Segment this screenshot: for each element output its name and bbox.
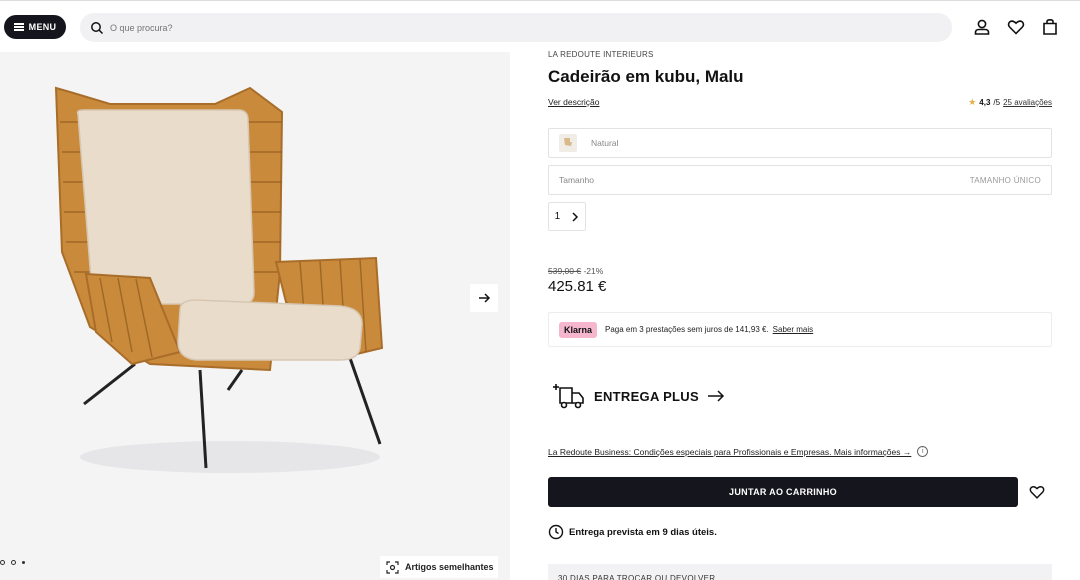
search-icon [91, 21, 104, 34]
arrow-right-icon [707, 390, 725, 402]
visual-search-icon [386, 560, 399, 574]
header-bar: MENU [0, 0, 1080, 52]
delivery-estimate-text: Entrega prevista em 9 dias úteis. [569, 526, 717, 538]
klarna-text: Paga em 3 prestações sem juros de 141,93… [605, 325, 769, 334]
account-icon[interactable] [972, 17, 992, 37]
discount-badge: -21% [583, 266, 604, 276]
delivery-plus-label: ENTREGA PLUS [594, 388, 699, 404]
size-selector[interactable]: Tamanho TAMANHO ÚNICO [548, 165, 1052, 195]
next-image-button[interactable] [470, 284, 498, 312]
business-info[interactable]: La Redoute Business: Condições especiais… [548, 446, 929, 457]
size-value: TAMANHO ÚNICO [969, 175, 1041, 185]
hamburger-icon [13, 23, 24, 31]
reviews-link[interactable]: 25 avaliações [1003, 98, 1052, 107]
image-pagination-dots[interactable] [0, 560, 25, 565]
quantity-value: 1 [554, 211, 561, 222]
star-icon: ★ [968, 97, 977, 107]
similar-items-button[interactable]: Artigos semelhantes [380, 556, 498, 578]
klarna-learn-more-link[interactable]: Saber mais [773, 325, 813, 334]
info-icon[interactable]: i [917, 446, 929, 457]
color-selector[interactable]: Natural [548, 128, 1052, 158]
product-rating[interactable]: ★ 4,3 /5 25 avaliações [968, 97, 1052, 108]
delivery-plus-link[interactable]: ENTREGA PLUS [552, 382, 725, 410]
klarna-banner: Klarna Paga em 3 prestações sem juros de… [548, 312, 1052, 347]
product-image-gallery[interactable] [0, 52, 510, 580]
klarna-logo: Klarna [559, 321, 598, 338]
rating-score: 4,3 [979, 98, 991, 107]
current-price: 425.81 € [548, 278, 607, 295]
chevron-right-icon [572, 211, 579, 222]
original-price: 539,00 € [548, 266, 582, 276]
returns-accordion[interactable]: 30 DIAS PARA TROCAR OU DEVOLVER [548, 564, 1052, 580]
search-input[interactable] [110, 22, 510, 33]
pagination-dot[interactable] [0, 560, 5, 565]
rating-scale: /5 [993, 98, 1001, 107]
pagination-dot[interactable] [11, 560, 16, 565]
add-to-cart-button[interactable]: JUNTAR AO CARRINHO [548, 477, 1018, 507]
arrow-right-icon [479, 293, 491, 303]
chair-thumbnail-icon [564, 138, 572, 146]
wishlist-icon[interactable] [1006, 17, 1026, 37]
size-label: Tamanho [559, 175, 594, 185]
quantity-selector[interactable]: 1 [548, 202, 586, 231]
clock-icon [548, 524, 564, 540]
search-bar[interactable] [80, 13, 952, 42]
business-link-text[interactable]: La Redoute Business: Condições especiais… [548, 447, 911, 457]
menu-button[interactable]: MENU [4, 15, 66, 39]
delivery-truck-icon [553, 384, 584, 409]
color-swatch [559, 134, 577, 152]
add-to-wishlist-icon[interactable] [1028, 483, 1046, 501]
similar-items-label: Artigos semelhantes [405, 562, 494, 572]
product-title: Cadeirão em kubu, Malu [548, 67, 744, 86]
delivery-estimate: Entrega prevista em 9 dias úteis. [548, 524, 717, 540]
pagination-dot[interactable] [22, 561, 25, 564]
menu-label: MENU [28, 22, 57, 32]
cart-icon[interactable] [1040, 17, 1060, 37]
view-description-link[interactable]: Ver descrição [548, 97, 600, 107]
product-image [54, 86, 384, 473]
color-label: Natural [591, 138, 619, 148]
product-brand[interactable]: LA REDOUTE INTERIEURS [548, 50, 654, 59]
old-price: 539,00 € -21% [548, 266, 603, 276]
